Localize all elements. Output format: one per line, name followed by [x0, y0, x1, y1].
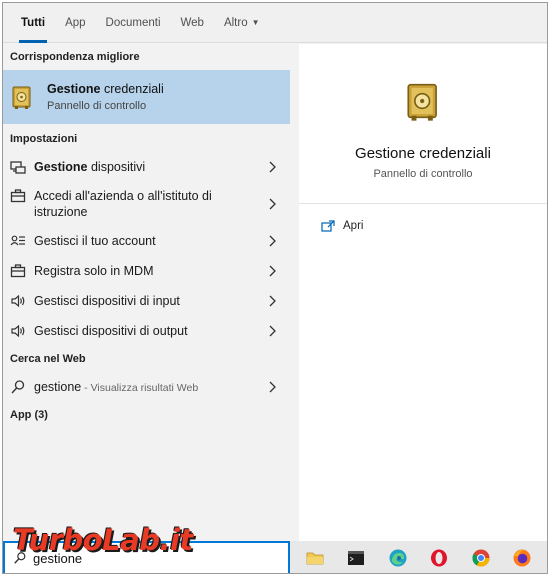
settings-item-input-devices[interactable]: Gestisci dispositivi di input	[3, 286, 290, 316]
credential-manager-icon	[407, 83, 437, 121]
section-settings: Impostazioni	[10, 133, 78, 145]
chevron-right-icon	[269, 265, 276, 277]
tab-tutti[interactable]: Tutti	[11, 3, 55, 43]
results-pane: Corrispondenza migliore Gestione credenz…	[3, 44, 290, 541]
settings-item-label: Gestisci il tuo account	[34, 234, 156, 248]
chevron-right-icon	[269, 198, 276, 210]
start-search-window: Tutti App Documenti Web Altro ▼ Corrispon…	[2, 2, 548, 574]
speaker-icon	[11, 324, 25, 338]
search-icon	[11, 380, 25, 394]
settings-item-access-work[interactable]: Accedi all'azienda o all'istituto di ist…	[3, 182, 290, 226]
chevron-right-icon	[269, 381, 276, 393]
firefox-icon[interactable]	[511, 547, 533, 569]
section-web: Cerca nel Web	[10, 353, 86, 365]
opera-icon[interactable]	[428, 547, 450, 569]
chevron-right-icon	[269, 325, 276, 337]
chrome-icon[interactable]	[470, 547, 492, 569]
search-icon	[14, 552, 26, 564]
tab-altro[interactable]: Altro ▼	[214, 3, 270, 43]
chevron-right-icon	[269, 161, 276, 173]
preview-pane: Gestione credenziali Pannello di control…	[299, 44, 547, 541]
best-match-title: Gestione credenziali	[47, 82, 164, 96]
settings-item-mdm[interactable]: Registra solo in MDM	[3, 256, 290, 286]
chevron-right-icon	[269, 295, 276, 307]
web-search-item[interactable]: gestione - Visualizza risultati Web	[3, 372, 290, 402]
tab-documenti[interactable]: Documenti	[96, 3, 171, 43]
settings-item-label: Gestisci dispositivi di input	[34, 294, 180, 308]
chevron-right-icon	[269, 235, 276, 247]
credential-manager-icon	[12, 86, 31, 109]
best-match-subtitle: Pannello di controllo	[47, 100, 147, 112]
settings-item-label: Accedi all'azienda o all'istituto di ist…	[34, 189, 212, 219]
tab-web[interactable]: Web	[171, 3, 214, 43]
settings-item-label: Gestione dispositivi	[34, 160, 146, 174]
briefcase-icon	[10, 189, 26, 203]
web-search-label: gestione - Visualizza risultati Web	[34, 379, 199, 394]
edge-icon[interactable]	[387, 547, 409, 569]
account-icon	[10, 235, 25, 246]
settings-item-device-manager[interactable]: Gestione dispositivi	[3, 152, 290, 182]
settings-item-label: Registra solo in MDM	[34, 264, 154, 278]
best-match-text: Gestione credenziali Pannello di control…	[47, 82, 164, 112]
search-tabs: Tutti App Documenti Web Altro ▼	[3, 3, 547, 43]
best-match-item[interactable]: Gestione credenziali Pannello di control…	[3, 70, 290, 124]
taskbar	[290, 541, 547, 573]
settings-item-account[interactable]: Gestisci il tuo account	[3, 226, 290, 256]
section-best-match: Corrispondenza migliore	[10, 51, 140, 63]
tab-app[interactable]: App	[55, 3, 95, 43]
open-icon	[321, 220, 335, 232]
chevron-down-icon: ▼	[251, 18, 260, 27]
preview-subtitle: Pannello di controllo	[373, 168, 473, 180]
speaker-icon	[11, 294, 25, 308]
preview-header: Gestione credenziali Pannello di control…	[299, 44, 547, 204]
open-label: Apri	[343, 220, 364, 232]
terminal-icon[interactable]	[345, 547, 367, 569]
search-input[interactable]	[33, 550, 233, 566]
briefcase-icon	[10, 264, 26, 278]
search-box[interactable]	[3, 541, 290, 573]
section-apps[interactable]: App (3)	[3, 402, 290, 428]
file-explorer-icon[interactable]	[304, 547, 326, 569]
device-manager-icon	[10, 161, 26, 174]
open-action[interactable]: Apri	[299, 204, 547, 232]
preview-title: Gestione credenziali	[355, 145, 491, 162]
settings-item-output-devices[interactable]: Gestisci dispositivi di output	[3, 316, 290, 346]
settings-item-label: Gestisci dispositivi di output	[34, 324, 188, 338]
